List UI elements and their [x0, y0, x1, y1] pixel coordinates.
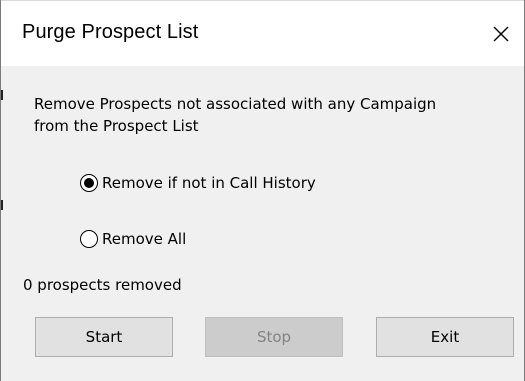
radio-label: Remove if not in Call History: [102, 174, 316, 192]
stop-button[interactable]: Stop: [205, 317, 343, 357]
start-button[interactable]: Start: [35, 317, 173, 357]
radio-remove-if-not-in-call-history[interactable]: Remove if not in Call History: [80, 174, 316, 192]
close-icon: [493, 26, 509, 41]
radio-button-unselected-icon: [80, 230, 98, 248]
left-edge-mark: [1, 200, 3, 210]
radio-remove-all[interactable]: Remove All: [80, 230, 186, 248]
dialog-content: Remove Prospects not associated with any…: [1, 66, 524, 381]
close-button[interactable]: [478, 1, 524, 66]
description-text: Remove Prospects not associated with any…: [34, 95, 437, 135]
radio-label: Remove All: [102, 230, 187, 248]
radio-button-selected-icon: [80, 174, 98, 192]
title-bar: Purge Prospect List: [1, 0, 524, 66]
left-edge-mark: [1, 90, 3, 100]
purge-prospect-list-dialog: Purge Prospect List Remove Prospects not…: [0, 0, 525, 381]
exit-button[interactable]: Exit: [376, 317, 514, 357]
status-text: 0 prospects removed: [23, 276, 182, 294]
window-title: Purge Prospect List: [22, 21, 199, 43]
